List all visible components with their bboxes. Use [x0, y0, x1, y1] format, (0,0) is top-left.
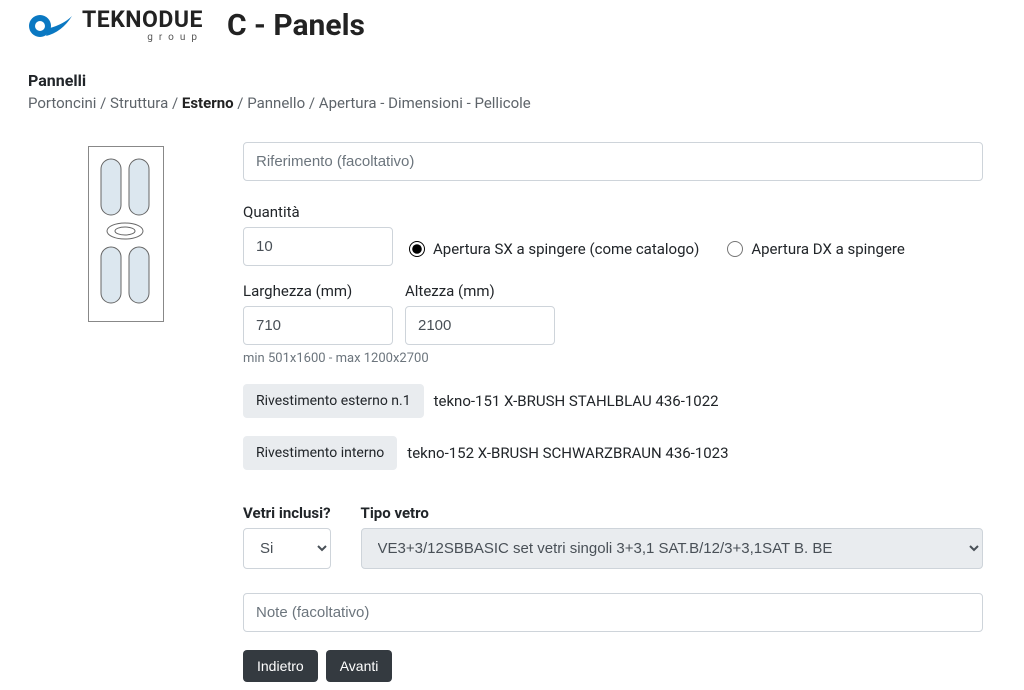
glass-included-label: Vetri inclusi?: [243, 504, 331, 522]
dimension-hint: min 501x1600 - max 1200x2700: [243, 351, 983, 366]
next-button[interactable]: Avanti: [326, 650, 393, 682]
breadcrumb-section: Pannelli Portoncini / Struttura / Estern…: [28, 71, 996, 112]
logo-icon: [28, 10, 74, 42]
page-title: C - Panels: [227, 8, 365, 43]
coating-ext-value: tekno-151 X-BRUSH STAHLBLAU 436-1022: [434, 392, 719, 410]
back-button[interactable]: Indietro: [243, 650, 318, 682]
breadcrumb-title: Pannelli: [28, 71, 996, 90]
width-input[interactable]: [243, 306, 393, 345]
width-label: Larghezza (mm): [243, 282, 393, 300]
glass-type-select[interactable]: VE3+3/12SBBASIC set vetri singoli 3+3,1 …: [361, 528, 983, 569]
breadcrumb-item-active[interactable]: Esterno: [182, 94, 234, 112]
breadcrumb-item[interactable]: Portoncini: [28, 94, 96, 112]
breadcrumb-item: Apertura - Dimensioni - Pellicole: [319, 94, 531, 112]
breadcrumb: Portoncini / Struttura / Esterno / Panne…: [28, 94, 996, 112]
header: TEKNODUE group C - Panels: [28, 8, 996, 43]
coating-int-value: tekno-152 X-BRUSH SCHWARZBRAUN 436-1023: [407, 444, 728, 462]
note-input[interactable]: [243, 593, 983, 632]
brand-logo: TEKNODUE group: [28, 8, 203, 43]
coating-ext-button[interactable]: Rivestimento esterno n.1: [243, 384, 424, 418]
height-input[interactable]: [405, 306, 555, 345]
breadcrumb-item[interactable]: Struttura: [110, 94, 168, 112]
quantity-label: Quantità: [243, 203, 393, 221]
door-preview-image: [88, 146, 164, 322]
brand-name: TEKNODUE: [82, 8, 203, 31]
brand-sub: group: [82, 33, 203, 43]
glass-type-label: Tipo vetro: [361, 504, 983, 522]
radio-apertura-sx[interactable]: Apertura SX a spingere (come catalogo): [409, 240, 699, 258]
radio-apertura-dx[interactable]: Apertura DX a spingere: [727, 240, 905, 258]
coating-int-button[interactable]: Rivestimento interno: [243, 436, 397, 470]
glass-included-select[interactable]: Si: [243, 528, 331, 569]
quantity-input[interactable]: [243, 227, 393, 266]
height-label: Altezza (mm): [405, 282, 555, 300]
reference-input[interactable]: [243, 142, 983, 181]
breadcrumb-item[interactable]: Pannello: [247, 94, 305, 112]
